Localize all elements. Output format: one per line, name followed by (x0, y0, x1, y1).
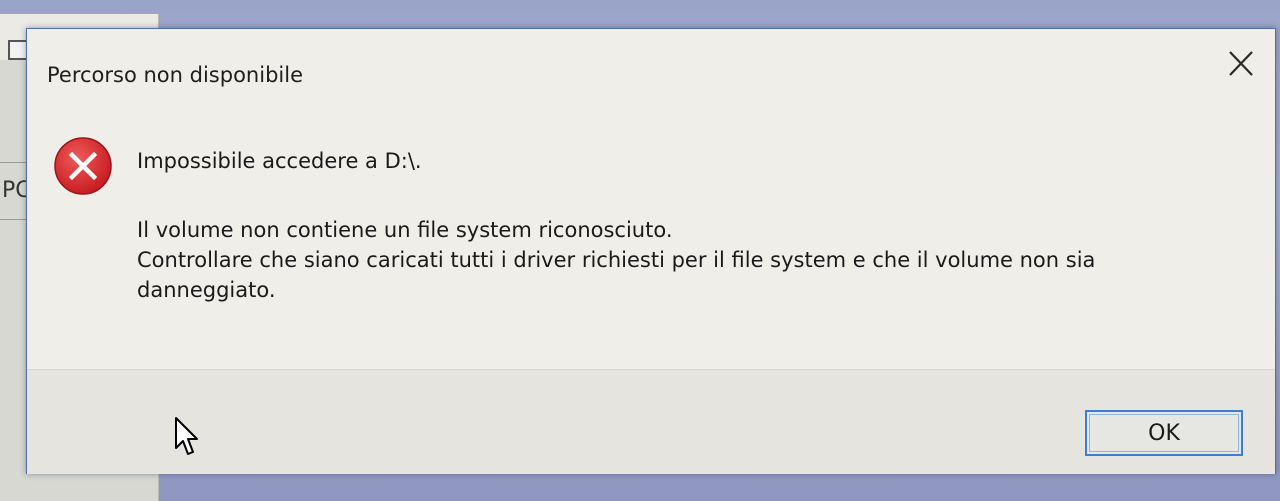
message-line: Il volume non contiene un file system ri… (137, 218, 673, 242)
dialog-title: Percorso non disponibile (47, 63, 303, 87)
ok-button[interactable]: OK (1085, 410, 1243, 456)
main-instruction: Impossibile accedere a D:\. (137, 149, 422, 173)
error-icon (53, 136, 113, 196)
message-line: Controllare che siano caricati tutti i d… (137, 248, 1096, 272)
mouse-pointer-icon (175, 417, 198, 455)
background-checkbox-icon (8, 40, 28, 60)
error-message: Il volume non contiene un file system ri… (137, 215, 1237, 305)
error-dialog: Percorso non disponibile Impossibile acc… (26, 28, 1276, 474)
dialog-footer: OK (27, 369, 1275, 474)
dialog-content: Percorso non disponibile Impossibile acc… (27, 29, 1275, 369)
close-button[interactable] (1221, 47, 1261, 81)
close-icon (1229, 51, 1253, 76)
message-line: danneggiato. (137, 278, 276, 302)
